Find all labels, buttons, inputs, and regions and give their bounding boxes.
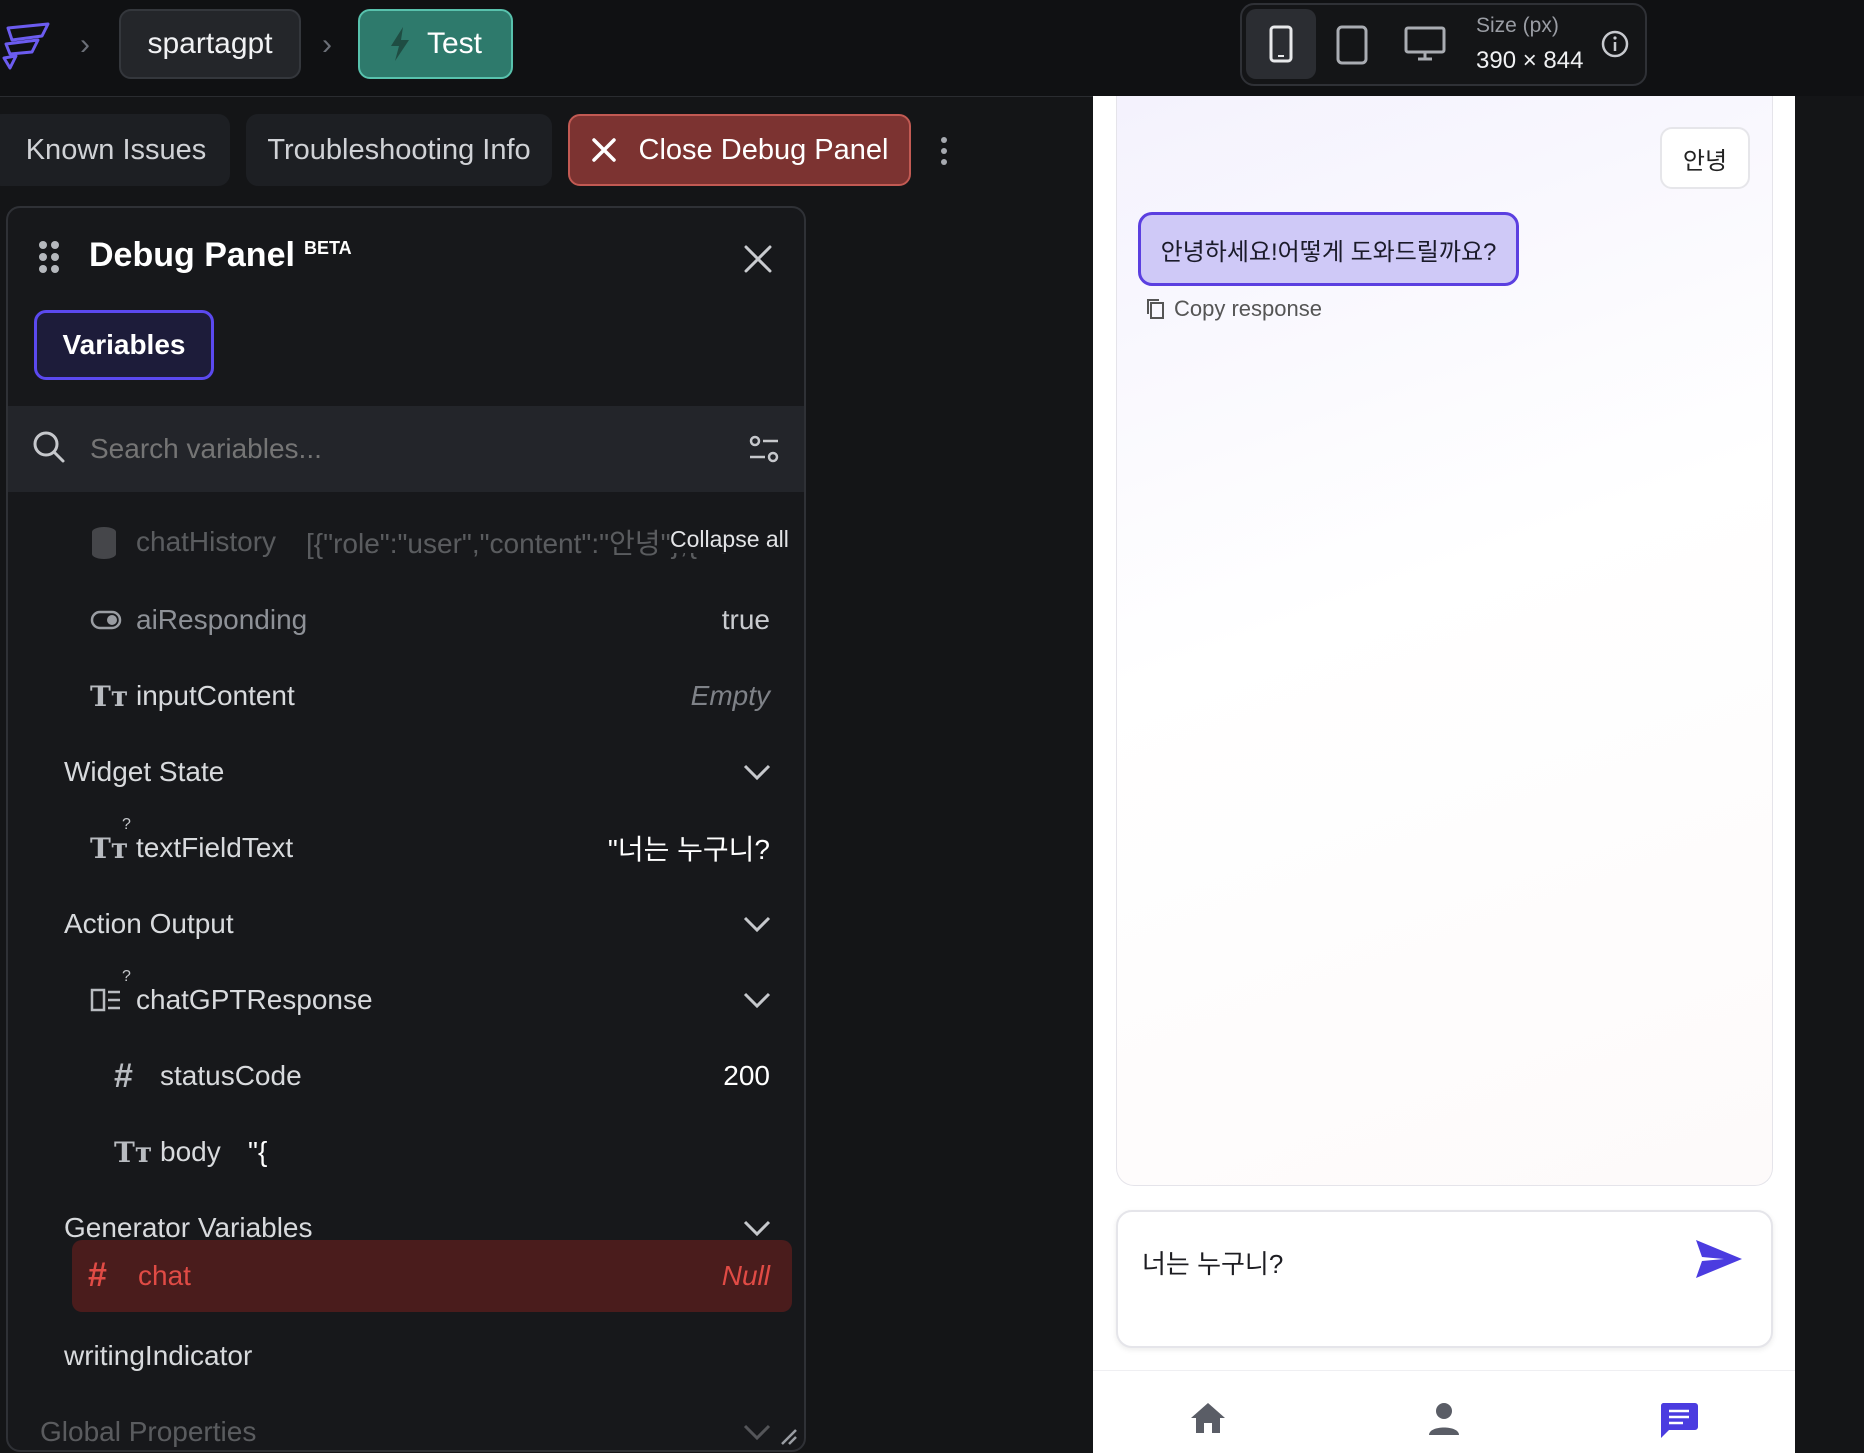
message-input-text[interactable]: 너는 누구니? [1142, 1244, 1283, 1281]
copy-icon [1144, 297, 1166, 321]
more-options-icon[interactable] [937, 136, 951, 166]
project-name-button[interactable]: spartagpt [119, 9, 301, 79]
canvas-background [1795, 96, 1864, 1452]
chevron-down-icon [742, 915, 772, 933]
variable-value: Null [721, 1260, 770, 1291]
variable-name: chat [138, 1260, 191, 1291]
resize-handle-icon[interactable] [780, 1428, 798, 1446]
variable-value: Empty [690, 680, 770, 711]
number-type-icon: # [114, 1056, 133, 1095]
variable-row-ai-responding[interactable]: aiResponding true [8, 582, 804, 658]
tab-variables-label: Variables [62, 329, 186, 360]
close-debug-label: Close Debug Panel [638, 133, 889, 166]
variable-value: "{ [248, 1136, 268, 1167]
variable-name: textFieldText [136, 832, 294, 863]
troubleshooting-info-button[interactable]: Troubleshooting Info [246, 114, 552, 186]
info-icon[interactable] [1600, 29, 1630, 59]
phone-device-button[interactable] [1246, 9, 1316, 79]
message-input-box[interactable]: 너는 누구니? [1116, 1210, 1773, 1348]
app-logo-icon[interactable] [2, 18, 50, 70]
user-message-text: 안녕 [1682, 147, 1728, 175]
variable-row-body[interactable]: Tт body "{ [8, 1114, 804, 1190]
variable-row-chatgpt-response[interactable]: ? chatGPTResponse [8, 962, 804, 1038]
test-mode-button[interactable]: Test [358, 9, 513, 79]
ai-message-text: 안녕하세요!어떻게 도와드릴까요? [1160, 238, 1497, 266]
section-global-properties[interactable]: Global Properties [8, 1394, 804, 1450]
toggle-icon [90, 610, 122, 630]
variable-row-writing-indicator[interactable]: writingIndicator [8, 1318, 804, 1394]
size-label: Size (px) [1476, 14, 1559, 37]
top-bar: › spartagpt › Test Size (px) 390 × 844 [0, 0, 1864, 97]
copy-response-label: Copy response [1174, 296, 1322, 321]
collapse-all-button[interactable]: Collapse all [670, 526, 789, 553]
text-type-icon: Tт [114, 1135, 153, 1169]
text-type-icon: Tт [90, 679, 129, 713]
size-value: 390 × 844 [1476, 47, 1584, 74]
beta-badge: BETA [304, 238, 352, 258]
copy-response-button[interactable]: Copy response [1144, 296, 1322, 322]
debug-panel: Debug Panel BETA Variables chatHistory [… [6, 206, 806, 1452]
close-debug-panel-button[interactable]: Close Debug Panel [568, 114, 911, 186]
user-message-bubble: 안녕 [1660, 127, 1750, 189]
number-type-icon: # [88, 1256, 107, 1294]
filter-icon[interactable] [748, 434, 780, 464]
troubleshooting-label: Troubleshooting Info [267, 133, 531, 166]
variable-value: "너는 누구니? [607, 834, 770, 865]
nullable-marker-icon: ? [122, 968, 131, 985]
section-action-output[interactable]: Action Output [8, 886, 804, 962]
ai-message-bubble: 안녕하세요!어떻게 도와드릴까요? [1138, 212, 1519, 286]
close-panel-icon[interactable] [743, 244, 773, 274]
bottom-nav-bar [1093, 1370, 1795, 1453]
send-icon[interactable] [1694, 1238, 1744, 1280]
variable-value: 200 [723, 1060, 770, 1091]
variable-name: statusCode [160, 1060, 302, 1091]
search-bar [8, 406, 804, 492]
variable-name: chatHistory [136, 526, 277, 557]
nullable-marker-icon: ? [122, 816, 131, 833]
project-name: spartagpt [147, 27, 273, 60]
database-icon [90, 526, 118, 560]
variable-row-text-field-text[interactable]: Tт ? textFieldText "너는 누구니? [8, 810, 804, 886]
chevron-down-icon [742, 1423, 772, 1441]
drag-handle-icon[interactable] [38, 240, 60, 274]
test-label: Test [426, 27, 483, 60]
variable-name: chatGPTResponse [136, 984, 373, 1015]
breadcrumb-chevron-icon: › [80, 28, 90, 61]
profile-icon[interactable] [1427, 1401, 1461, 1435]
close-icon [591, 137, 617, 163]
known-issues-button[interactable]: Known Issues [0, 114, 230, 186]
variable-name: aiResponding [136, 604, 308, 635]
panel-title: Debug Panel [89, 236, 295, 274]
variable-name: inputContent [136, 680, 295, 711]
section-widget-state[interactable]: Widget State [8, 734, 804, 810]
variable-row-input-content[interactable]: Tт inputContent Empty [8, 658, 804, 734]
home-icon[interactable] [1189, 1401, 1227, 1435]
section-title: Widget State [64, 756, 225, 787]
variable-row-status-code[interactable]: # statusCode 200 [8, 1038, 804, 1114]
section-title: Global Properties [40, 1416, 257, 1447]
chat-icon[interactable] [1659, 1401, 1699, 1439]
variable-row-chat[interactable]: # chat Null [72, 1240, 792, 1312]
data-type-icon [90, 987, 122, 1013]
text-type-icon: Tт [90, 831, 129, 865]
lightning-icon [389, 27, 411, 61]
tablet-device-button[interactable] [1336, 25, 1368, 65]
known-issues-label: Known Issues [25, 133, 207, 166]
variable-name: body [160, 1136, 221, 1167]
chevron-down-icon [742, 991, 772, 1009]
chevron-down-icon [742, 763, 772, 781]
variable-name: writingIndicator [64, 1340, 253, 1371]
chevron-down-icon [742, 1219, 772, 1237]
tab-variables[interactable]: Variables [34, 310, 214, 380]
breadcrumb-chevron-icon: › [322, 28, 332, 61]
variable-value: true [721, 604, 770, 635]
search-icon [32, 430, 66, 464]
section-title: Action Output [64, 908, 234, 939]
search-input[interactable] [88, 424, 692, 474]
desktop-device-button[interactable] [1404, 26, 1446, 62]
